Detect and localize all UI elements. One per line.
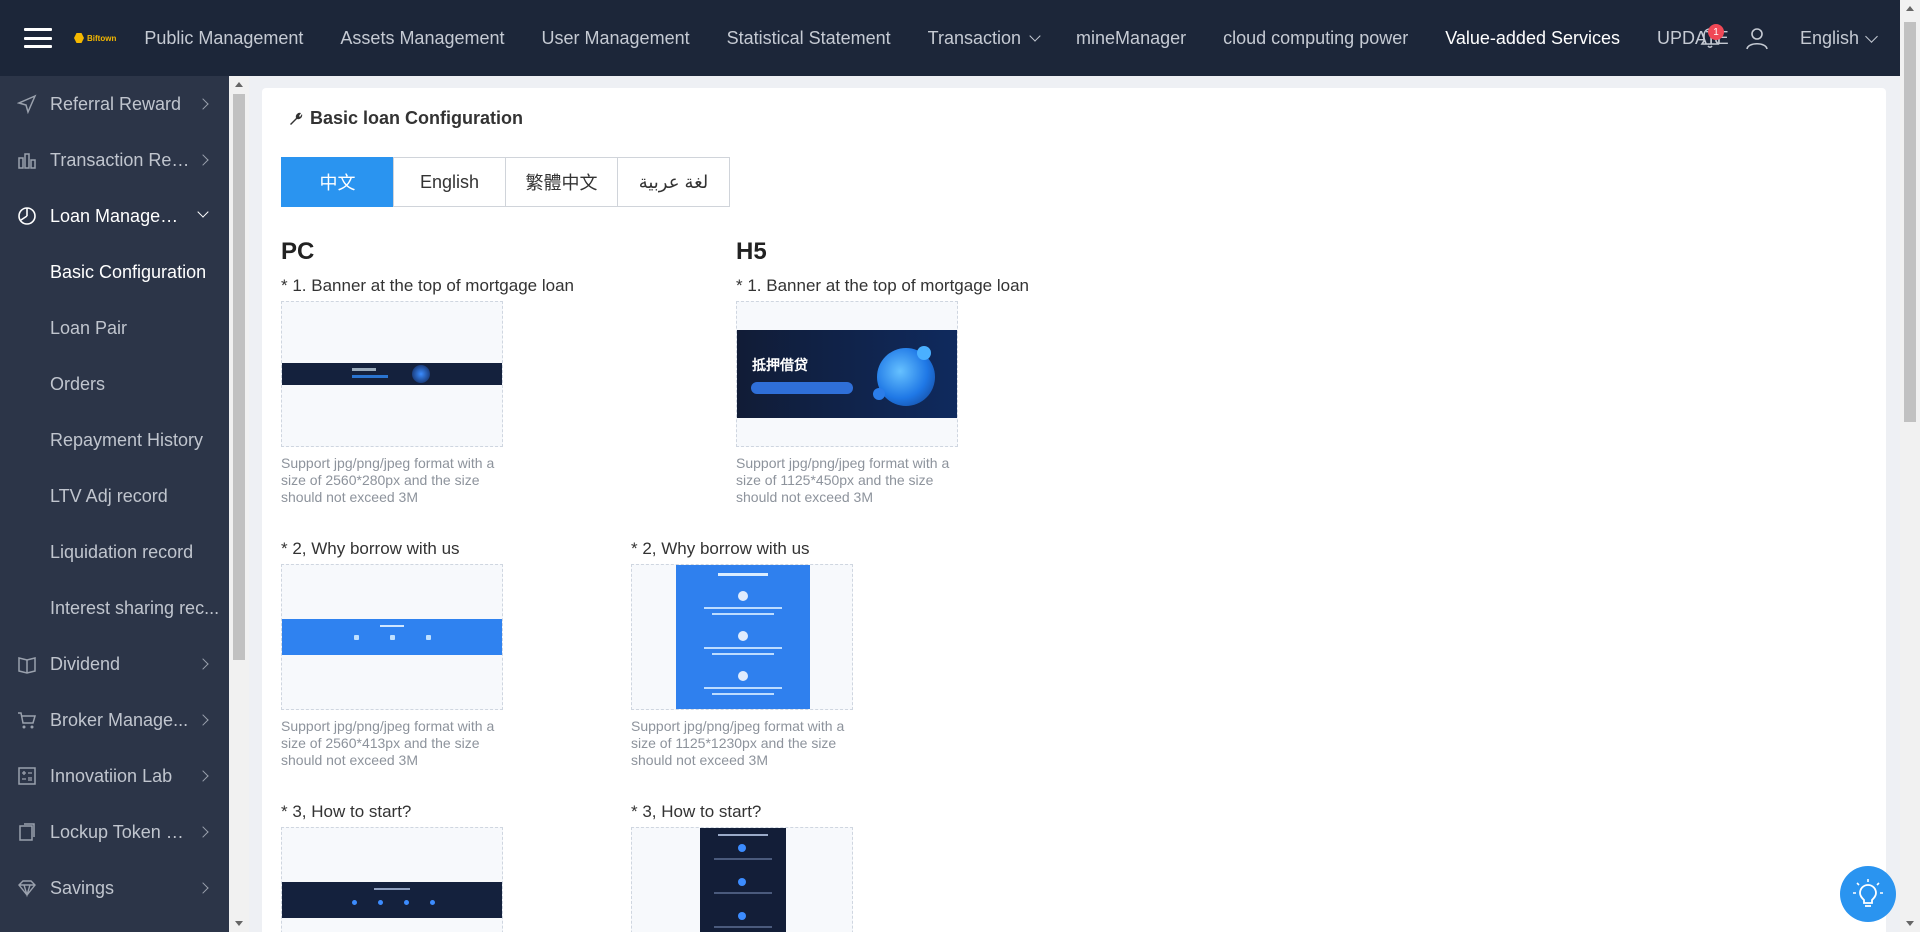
brand-logo[interactable]: Biftown <box>74 33 116 43</box>
book-icon <box>16 653 38 675</box>
scroll-down-arrow-icon[interactable] <box>235 921 243 926</box>
wrench-icon <box>290 112 303 125</box>
h5-heading: H5 <box>736 238 767 265</box>
sidebar-item-transaction-reward[interactable]: Transaction Rew... <box>0 132 229 188</box>
menu-toggle-icon[interactable] <box>24 28 52 48</box>
user-icon[interactable] <box>1745 26 1769 50</box>
scroll-up-arrow-icon[interactable] <box>1906 6 1914 11</box>
nav-user-management[interactable]: User Management <box>542 28 690 49</box>
chevron-down-icon <box>1029 29 1041 42</box>
page-scrollbar[interactable] <box>1900 0 1920 932</box>
pie-icon <box>16 205 38 227</box>
scroll-down-arrow-icon[interactable] <box>1906 921 1914 926</box>
sidebar-scrollbar-thumb[interactable] <box>233 94 245 660</box>
pc-why-borrow-upload[interactable] <box>281 564 503 710</box>
pc-banner-label: * 1. Banner at the top of mortgage loan <box>281 276 574 295</box>
chevron-right-icon <box>197 658 209 670</box>
tab-arabic[interactable]: لغة عربية <box>617 157 730 207</box>
pc-banner-hint: Support jpg/png/jpeg format with a size … <box>281 455 495 505</box>
chevron-right-icon <box>197 98 209 110</box>
scroll-up-arrow-icon[interactable] <box>235 82 243 87</box>
chevron-right-icon <box>197 770 209 782</box>
sidebar-subitem-orders[interactable]: Orders <box>0 356 229 412</box>
calculator-icon <box>16 765 38 787</box>
h5-banner-upload[interactable]: 抵押借贷 <box>736 301 958 447</box>
pc-how-to-start-upload[interactable] <box>281 827 503 932</box>
config-card: Basic loan Configuration 中文 English 繁體中文… <box>262 88 1886 932</box>
sidebar-item-innovation-lab[interactable]: Innovatiion Lab <box>0 748 229 804</box>
pc-why-borrow-hint: Support jpg/png/jpeg format with a size … <box>281 718 495 768</box>
tab-chinese-simplified[interactable]: 中文 <box>281 157 394 207</box>
nav-statistical-statement[interactable]: Statistical Statement <box>727 28 891 49</box>
sidebar-subitem-liquidation-record[interactable]: Liquidation record <box>0 524 229 580</box>
sidebar: Referral Reward Transaction Rew... Loan … <box>0 76 229 932</box>
h5-banner-preview: 抵押借贷 <box>737 330 957 418</box>
clipboard-icon <box>16 821 38 843</box>
chevron-right-icon <box>197 826 209 838</box>
h5-how-to-start-label: * 3, How to start? <box>631 802 762 821</box>
pc-why-borrow-preview <box>282 619 502 655</box>
h5-why-borrow-label: * 2, Why borrow with us <box>631 539 810 558</box>
bar-chart-icon <box>16 149 38 171</box>
nav-assets-management[interactable]: Assets Management <box>340 28 504 49</box>
h5-why-borrow-preview <box>676 565 810 709</box>
chevron-down-icon <box>1865 29 1878 43</box>
sidebar-item-lockup-token-mgt[interactable]: Lockup Token Mgt <box>0 804 229 860</box>
main-nav: Public Management Assets Management User… <box>144 0 1765 76</box>
nav-mine-manager[interactable]: mineManager <box>1076 28 1186 49</box>
h5-how-to-start-preview <box>700 828 786 932</box>
send-icon <box>16 93 38 115</box>
h5-how-to-start-upload[interactable] <box>631 827 853 932</box>
pc-banner-upload[interactable] <box>281 301 503 447</box>
language-tabs: 中文 English 繁體中文 لغة عربية <box>281 157 730 207</box>
sidebar-subitem-ltv-adj-record[interactable]: LTV Adj record <box>0 468 229 524</box>
chevron-right-icon <box>197 714 209 726</box>
pc-how-to-start-label: * 3, How to start? <box>281 802 412 821</box>
notification-badge: 1 <box>1708 24 1724 40</box>
nav-transaction[interactable]: Transaction <box>928 28 1041 49</box>
chevron-right-icon <box>197 882 209 894</box>
top-navigation-bar: Biftown Public Management Assets Managem… <box>0 0 1900 76</box>
sidebar-item-referral-reward[interactable]: Referral Reward <box>0 76 229 132</box>
sidebar-scrollbar[interactable] <box>229 76 249 932</box>
h5-banner-label: * 1. Banner at the top of mortgage loan <box>736 276 1029 295</box>
pc-heading: PC <box>281 238 315 265</box>
cart-icon <box>16 709 38 731</box>
tab-english[interactable]: English <box>393 157 506 207</box>
help-lightbulb-button[interactable] <box>1840 866 1896 922</box>
page-title: Basic loan Configuration <box>288 108 523 129</box>
sidebar-item-dividend[interactable]: Dividend <box>0 636 229 692</box>
h5-why-borrow-upload[interactable] <box>631 564 853 710</box>
sidebar-subitem-loan-pair[interactable]: Loan Pair <box>0 300 229 356</box>
pc-banner-preview <box>282 363 502 385</box>
lightbulb-icon <box>1853 879 1883 907</box>
chevron-down-icon <box>197 206 209 218</box>
sidebar-subitem-basic-configuration[interactable]: Basic Configuration <box>0 244 229 300</box>
page-scrollbar-thumb[interactable] <box>1904 22 1916 422</box>
pc-why-borrow-label: * 2, Why borrow with us <box>281 539 460 558</box>
sidebar-item-broker-management[interactable]: Broker Manage... <box>0 692 229 748</box>
diamond-icon <box>16 877 38 899</box>
sidebar-subitem-interest-sharing-record[interactable]: Interest sharing rec... <box>0 580 229 636</box>
sidebar-subitem-repayment-history[interactable]: Repayment History <box>0 412 229 468</box>
h5-banner-hint: Support jpg/png/jpeg format with a size … <box>736 455 950 505</box>
chevron-right-icon <box>197 154 209 166</box>
language-selector[interactable]: English <box>1800 28 1878 49</box>
nav-public-management[interactable]: Public Management <box>144 28 303 49</box>
sidebar-item-savings[interactable]: Savings <box>0 860 229 916</box>
h5-why-borrow-hint: Support jpg/png/jpeg format with a size … <box>631 718 845 768</box>
sidebar-item-loan-management[interactable]: Loan Manageme... <box>0 188 229 244</box>
nav-cloud-computing-power[interactable]: cloud computing power <box>1223 28 1408 49</box>
pc-how-to-start-preview <box>282 882 502 918</box>
nav-value-added-services[interactable]: Value-added Services <box>1445 28 1620 49</box>
tab-chinese-traditional[interactable]: 繁體中文 <box>505 157 618 207</box>
